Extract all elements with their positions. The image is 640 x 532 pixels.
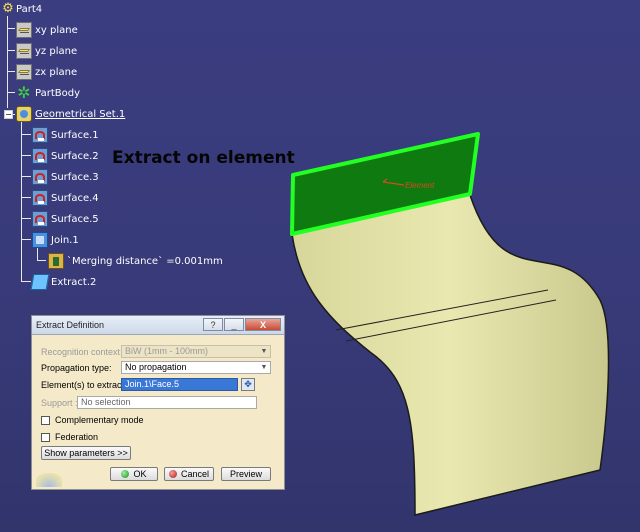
tree-label: Part4 bbox=[16, 3, 43, 15]
dialog-titlebar[interactable]: Extract Definition ? _ X bbox=[32, 316, 284, 335]
preview-label: Preview bbox=[229, 469, 262, 479]
gear-icon: ✲ bbox=[17, 83, 31, 102]
propagation-label: Propagation type: bbox=[41, 363, 112, 373]
parameter-icon bbox=[48, 253, 64, 269]
tree-node-surface-5[interactable]: Surface.5 bbox=[32, 210, 99, 228]
tree-node-zx-plane[interactable]: zx plane bbox=[16, 63, 77, 81]
tree-node-surface-2[interactable]: Surface.2 bbox=[32, 147, 99, 165]
tree-node-join[interactable]: Join.1 bbox=[32, 231, 79, 249]
globe-icon bbox=[36, 473, 62, 487]
tree-label: PartBody bbox=[35, 87, 80, 99]
show-parameters-button[interactable]: Show parameters >> bbox=[41, 446, 131, 460]
help-button[interactable]: ? bbox=[203, 318, 223, 331]
recognition-context-row: Recognition context: bbox=[41, 345, 123, 359]
tree-node-yz-plane[interactable]: yz plane bbox=[16, 42, 77, 60]
geometrical-set-icon bbox=[16, 106, 32, 122]
element-label: Element bbox=[405, 181, 435, 190]
recognition-context-combo: BiW (1mm - 100mm) ▼ bbox=[121, 345, 271, 358]
tree-label: Join.1 bbox=[51, 234, 79, 246]
recognition-context-label: Recognition context: bbox=[41, 347, 123, 357]
elements-row: Element(s) to extract: bbox=[41, 378, 127, 392]
preview-button[interactable]: Preview bbox=[221, 467, 271, 481]
tree-node-partbody[interactable]: ✲ PartBody bbox=[16, 84, 80, 102]
surface-icon bbox=[32, 148, 48, 164]
plane-icon bbox=[16, 64, 32, 80]
join-icon bbox=[32, 232, 48, 248]
tree-label: `Merging distance` =0.001mm bbox=[67, 255, 223, 267]
minimize-button[interactable]: _ bbox=[224, 318, 244, 331]
surface-icon bbox=[32, 190, 48, 206]
tree-label: Surface.1 bbox=[51, 129, 99, 141]
tree-node-geometrical-set[interactable]: − Geometrical Set.1 bbox=[4, 105, 125, 123]
propagation-row: Propagation type: bbox=[41, 361, 112, 375]
complementary-mode-row[interactable]: Complementary mode bbox=[41, 413, 144, 427]
tree-label: Surface.3 bbox=[51, 171, 99, 183]
tree-node-surface-1[interactable]: Surface.1 bbox=[32, 126, 99, 144]
tree-label: yz plane bbox=[35, 45, 78, 57]
ok-label: OK bbox=[133, 469, 147, 479]
federation-row[interactable]: Federation bbox=[41, 430, 98, 444]
part-icon: ⚙ bbox=[2, 1, 14, 16]
tree-label: Geometrical Set.1 bbox=[35, 108, 126, 120]
tree-node-xy-plane[interactable]: xy plane bbox=[16, 21, 78, 39]
recognition-context-value: BiW (1mm - 100mm) bbox=[125, 346, 208, 356]
cancel-label: Cancel bbox=[180, 469, 209, 479]
federation-label: Federation bbox=[55, 432, 99, 442]
element-list-icon[interactable]: ✥ bbox=[241, 378, 255, 391]
show-parameters-label: Show parameters >> bbox=[44, 448, 128, 458]
surface-icon bbox=[32, 127, 48, 143]
ok-icon bbox=[121, 470, 130, 478]
extract-definition-dialog[interactable]: Extract Definition ? _ X Recognition con… bbox=[31, 315, 285, 490]
support-label: Support : bbox=[41, 398, 78, 408]
tree-node-part4[interactable]: ⚙ Part4 bbox=[0, 0, 42, 18]
federation-checkbox[interactable] bbox=[41, 432, 50, 442]
tree-node-extract[interactable]: Extract.2 bbox=[30, 273, 97, 291]
plane-icon bbox=[16, 22, 32, 38]
chevron-down-icon: ▼ bbox=[260, 348, 268, 355]
extract-icon bbox=[30, 274, 50, 290]
tree-node-surface-3[interactable]: Surface.3 bbox=[32, 168, 99, 186]
expand-minus-icon[interactable]: − bbox=[4, 109, 13, 119]
chevron-down-icon: ▼ bbox=[260, 364, 268, 371]
tree-label: Surface.5 bbox=[51, 213, 99, 225]
surface-icon bbox=[32, 211, 48, 227]
support-row: Support : bbox=[41, 396, 78, 410]
tree-label: Surface.2 bbox=[51, 150, 99, 162]
annotation-text: Extract on element bbox=[112, 148, 295, 168]
cancel-icon bbox=[168, 470, 177, 478]
dialog-title: Extract Definition bbox=[36, 320, 105, 330]
propagation-value: No propagation bbox=[125, 362, 187, 372]
plane-icon bbox=[16, 43, 32, 59]
complementary-mode-label: Complementary mode bbox=[55, 415, 144, 425]
surface-icon bbox=[32, 169, 48, 185]
support-field[interactable]: No selection bbox=[77, 396, 257, 409]
tree-label: zx plane bbox=[35, 66, 78, 78]
tree-label: Extract.2 bbox=[51, 276, 97, 288]
close-button[interactable]: X bbox=[245, 318, 281, 331]
tree-node-surface-4[interactable]: Surface.4 bbox=[32, 189, 99, 207]
s-surface[interactable] bbox=[291, 194, 610, 516]
cancel-button[interactable]: Cancel bbox=[164, 467, 214, 481]
tree-label: xy plane bbox=[35, 24, 78, 36]
complementary-mode-checkbox[interactable] bbox=[41, 415, 50, 425]
support-value: No selection bbox=[81, 397, 131, 407]
elements-value: Join.1\Face.5 bbox=[125, 379, 180, 389]
elements-label: Element(s) to extract: bbox=[41, 380, 127, 390]
tree-label: Surface.4 bbox=[51, 192, 99, 204]
propagation-type-combo[interactable]: No propagation ▼ bbox=[121, 361, 271, 374]
tree-node-merging-distance[interactable]: `Merging distance` =0.001mm bbox=[48, 252, 223, 270]
ok-button[interactable]: OK bbox=[110, 467, 158, 481]
elements-to-extract-field[interactable]: Join.1\Face.5 bbox=[121, 378, 238, 391]
